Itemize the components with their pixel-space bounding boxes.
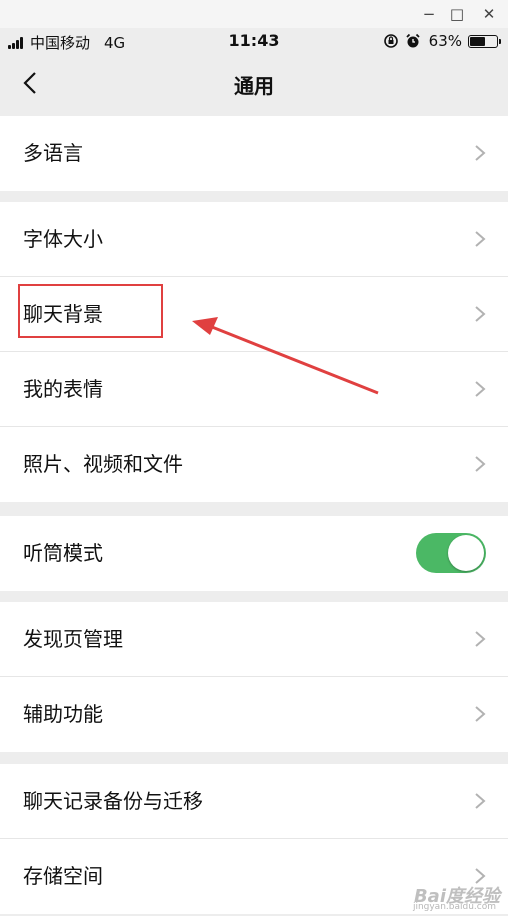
watermark: Bai度经验 jingyan.baidu.com [362,880,502,914]
annotation-arrow [192,317,379,395]
watermark-url: jingyan.baidu.com [412,902,496,912]
